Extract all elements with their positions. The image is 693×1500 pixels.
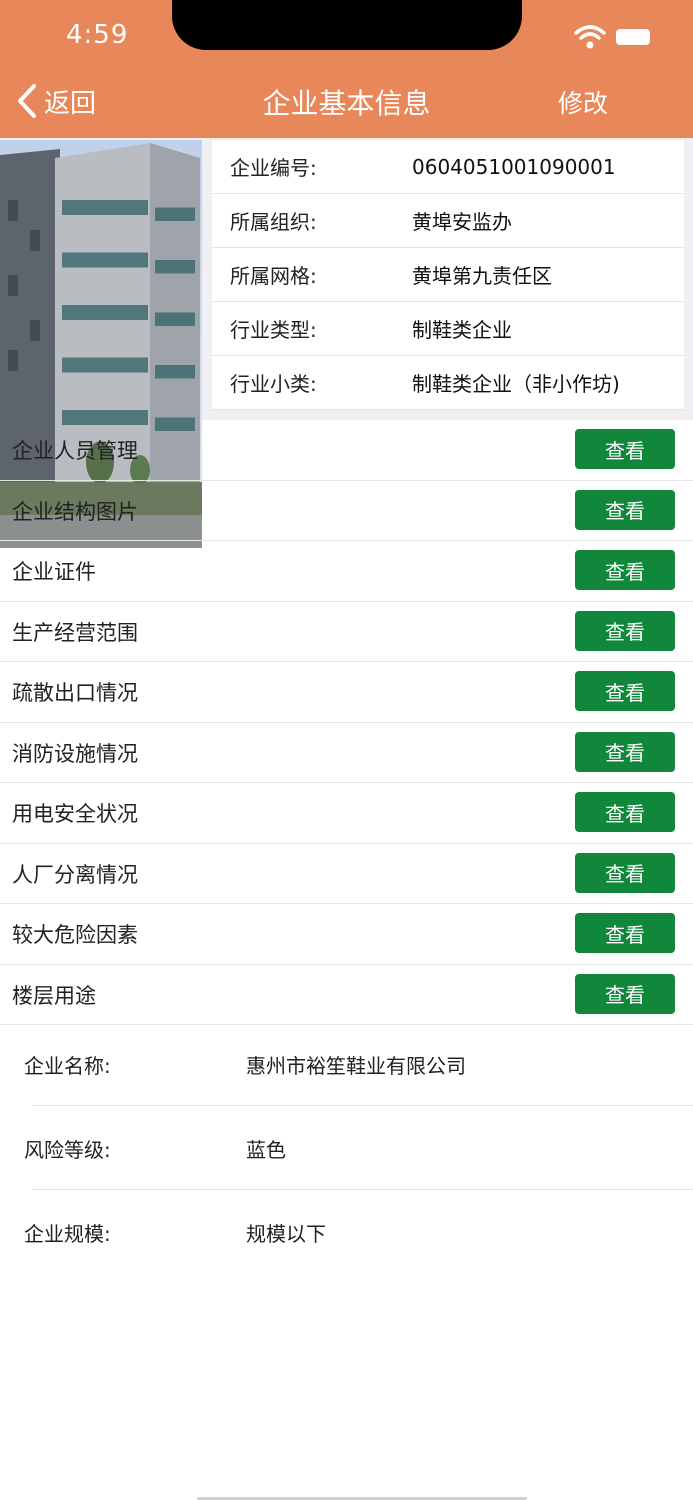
info-row-grid: 所属网格: 黄埠第九责任区 (212, 248, 684, 302)
list-item: 生产经营范围 查看 (0, 602, 693, 662)
view-button[interactable]: 查看 (575, 731, 675, 772)
app-header: 4:59 返回 企业基本信息 修改 (0, 0, 693, 138)
list-item-label: 用电安全状况 (12, 802, 138, 826)
back-label: 返回 (44, 88, 97, 119)
info-value: 制鞋类企业（非小作坊) (412, 372, 620, 396)
list-item: 企业结构图片 查看 (0, 481, 693, 541)
info-value: 黄埠安监办 (412, 210, 512, 234)
info-table: 企业编号: 0604051001090001 所属组织: 黄埠安监办 所属网格:… (212, 140, 684, 410)
list-item-label: 生产经营范围 (12, 620, 138, 645)
view-button[interactable]: 查看 (575, 489, 675, 530)
view-button[interactable]: 查看 (575, 973, 675, 1014)
detail-row-risk: 风险等级: 蓝色 (0, 1106, 693, 1190)
chevron-left-icon (18, 84, 36, 118)
list-item-label: 企业证件 (12, 560, 96, 584)
list-item-label: 企业人员管理 (12, 439, 138, 463)
info-row-org: 所属组织: 黄埠安监办 (212, 194, 684, 248)
list-item: 企业证件 查看 (0, 541, 693, 602)
info-panel: 企业编号: 0604051001090001 所属组织: 黄埠安监办 所属网格:… (0, 138, 693, 548)
info-row-subcategory: 行业小类: 制鞋类企业（非小作坊) (212, 356, 684, 410)
list-item: 疏散出口情况 查看 (0, 662, 693, 723)
detail-label: 风险等级: (24, 1138, 111, 1162)
info-value: 0604051001090001 (412, 154, 616, 179)
detail-value: 蓝色 (246, 1138, 286, 1162)
list-item: 用电安全状况 查看 (0, 783, 693, 844)
view-button[interactable]: 查看 (575, 610, 675, 651)
edit-button[interactable]: 修改 (558, 84, 608, 120)
detail-row-scale: 企业规模: 规模以下 (0, 1190, 693, 1274)
info-row-id: 企业编号: 0604051001090001 (212, 140, 684, 194)
list-item-label: 企业结构图片 (12, 499, 138, 524)
view-button[interactable]: 查看 (575, 550, 675, 590)
info-value: 黄埠第九责任区 (412, 264, 552, 288)
detail-value: 惠州市裕笙鞋业有限公司 (246, 1054, 466, 1078)
list-item: 楼层用途 查看 (0, 965, 693, 1025)
detail-row-name: 企业名称: 惠州市裕笙鞋业有限公司 (0, 1022, 693, 1106)
view-button[interactable]: 查看 (575, 792, 675, 832)
list-item-label: 较大危险因素 (12, 923, 138, 947)
wifi-icon (574, 25, 606, 49)
view-button[interactable]: 查看 (575, 671, 675, 711)
back-button[interactable]: 返回 (16, 80, 96, 122)
detail-value: 规模以下 (246, 1222, 326, 1246)
view-button[interactable]: 查看 (575, 852, 675, 893)
list-item: 较大危险因素 查看 (0, 904, 693, 965)
detail-section: 企业名称: 惠州市裕笙鞋业有限公司 风险等级: 蓝色 企业规模: 规模以下 (0, 1022, 693, 1274)
info-label: 企业编号: (230, 156, 317, 180)
list-item: 企业人员管理 查看 (0, 420, 693, 481)
list-item: 人厂分离情况 查看 (0, 844, 693, 904)
info-value: 制鞋类企业 (412, 318, 512, 342)
status-time: 4:59 (66, 20, 129, 50)
info-label: 所属网格: (230, 264, 317, 288)
info-label: 行业类型: (230, 318, 317, 342)
info-row-industry: 行业类型: 制鞋类企业 (212, 302, 684, 356)
list-item-label: 疏散出口情况 (12, 681, 138, 705)
detail-label: 企业名称: (24, 1054, 111, 1078)
view-button[interactable]: 查看 (575, 429, 675, 469)
detail-label: 企业规模: (24, 1222, 111, 1246)
battery-icon (616, 29, 650, 45)
list-item-label: 楼层用途 (12, 983, 96, 1008)
list-item-label: 消防设施情况 (12, 741, 138, 766)
list-item: 消防设施情况 查看 (0, 723, 693, 783)
view-button[interactable]: 查看 (575, 913, 675, 953)
section-list: 企业人员管理 查看 企业结构图片 查看 企业证件 查看 生产经营范围 查看 疏散… (0, 420, 693, 1025)
list-item-label: 人厂分离情况 (12, 862, 138, 887)
info-label: 所属组织: (230, 210, 317, 234)
device-notch (172, 0, 522, 50)
info-label: 行业小类: (230, 372, 317, 396)
